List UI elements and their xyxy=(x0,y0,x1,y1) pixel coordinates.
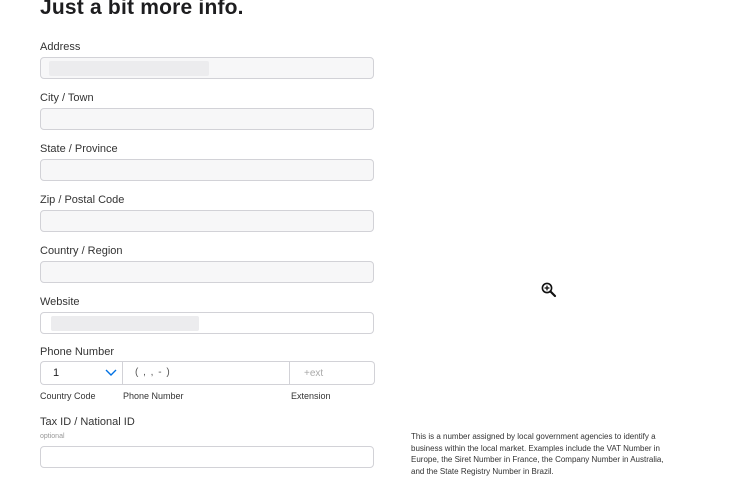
website-input[interactable] xyxy=(40,312,374,334)
zip-label: Zip / Postal Code xyxy=(40,194,125,206)
tax-id-label: Tax ID / National ID xyxy=(40,416,135,428)
phone-number-caption: Phone Number xyxy=(123,391,184,401)
address-input[interactable] xyxy=(40,57,374,79)
country-code-caption: Country Code xyxy=(40,391,96,401)
cut-off-text xyxy=(40,494,260,500)
extension-placeholder: +ext xyxy=(304,368,324,379)
phone-number-input[interactable]: ( , , - ) xyxy=(122,361,290,385)
tax-id-help-text: This is a number assigned by local gover… xyxy=(411,432,664,476)
city-label: City / Town xyxy=(40,92,94,104)
country-input[interactable] xyxy=(40,261,374,283)
website-label: Website xyxy=(40,296,80,308)
page-title: Just a bit more info. xyxy=(40,0,244,19)
state-input[interactable] xyxy=(40,159,374,181)
extension-caption: Extension xyxy=(291,391,331,401)
tax-id-input[interactable] xyxy=(40,446,374,468)
address-label: Address xyxy=(40,41,81,53)
redacted-value xyxy=(49,61,209,76)
phone-label: Phone Number xyxy=(40,346,114,358)
zip-input[interactable] xyxy=(40,210,374,232)
extension-input[interactable]: +ext xyxy=(290,361,375,385)
chevron-down-icon xyxy=(105,369,117,376)
country-code-value: 1 xyxy=(53,367,60,379)
optional-hint: optional xyxy=(40,433,65,440)
country-label: Country / Region xyxy=(40,245,123,257)
phone-number-value: ( , , - ) xyxy=(135,367,171,378)
zoom-in-cursor-icon xyxy=(541,282,557,298)
state-label: State / Province xyxy=(40,143,118,155)
country-code-select[interactable]: 1 xyxy=(40,361,122,385)
redacted-value xyxy=(51,316,199,331)
city-input[interactable] xyxy=(40,108,374,130)
phone-row: 1 ( , , - ) +ext xyxy=(40,361,375,385)
